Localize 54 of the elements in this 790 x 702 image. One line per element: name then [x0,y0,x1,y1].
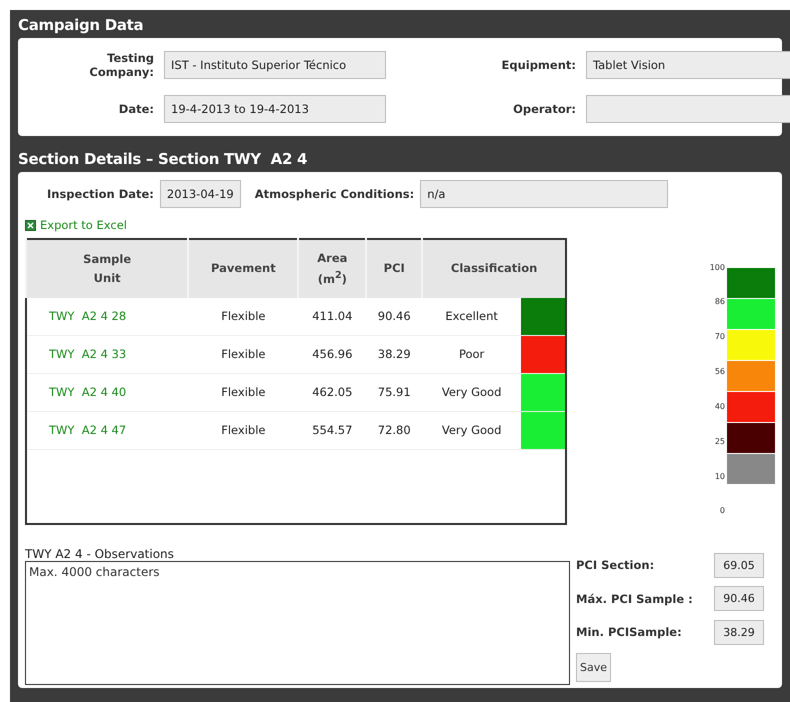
legend-tick: 100 [710,264,725,272]
input-field[interactable] [586,95,790,123]
stat-label: Min. PCISample: [576,625,683,640]
sample-unit-link[interactable]: TWY A2 4 28 [26,298,188,335]
column-header: Sample Unit [26,238,188,298]
field-label: Date: [118,102,154,116]
legend-tick: 25 [714,438,725,446]
table-cell: Flexible [188,373,298,411]
legend-tick: 40 [714,402,725,411]
export-link[interactable]: Export to Excel [25,218,127,232]
field-label: Atmospheric Conditions: [254,187,414,201]
field-label: Equipment: [500,58,576,72]
stat-label: Máx. PCI Sample : [576,592,694,606]
table-cell: Flexible [188,411,298,449]
input-field[interactable]: 2013-04-19 [160,180,241,208]
sample-unit-link[interactable]: TWY A2 4 47 [26,411,188,449]
legend-tick: 56 [714,368,725,376]
table-cell: 38.29 [366,335,422,373]
column-header: Area (m$^{2}$) [298,238,366,298]
column-header: Classification [422,238,566,298]
observations-field[interactable]: Max. 4000 characters [25,560,570,684]
input-field[interactable]: Tablet Vision [586,51,790,79]
stat-value: 90.46 [714,586,764,612]
table-cell: 462.05 [298,373,366,411]
field-label: Operator: [512,102,576,116]
table-cell: 554.57 [298,411,366,449]
table-cell: 456.96 [298,335,366,373]
table-cell: 411.04 [298,298,366,335]
legend-tick: 0 [720,507,725,516]
input-field[interactable]: IST - Instituto Superior Técnico [164,51,386,79]
stat-label: PCI Section: [576,558,656,572]
table-cell: Flexible [188,298,298,335]
field-label: Inspection Date: [47,187,154,201]
table-cell: Flexible [188,335,298,373]
table-cell: 72.80 [366,411,422,449]
field-label: Testing Company: [88,51,154,79]
legend-tick: 70 [714,333,725,342]
legend-tick: 10 [714,472,725,481]
input-field[interactable]: 19-4-2013 to 19-4-2013 [164,95,386,123]
sample-unit-link[interactable]: TWY A2 4 40 [26,373,188,411]
legend-tick: 86 [714,298,725,306]
sample-unit-link[interactable]: TWY A2 4 33 [26,335,188,373]
save-button[interactable]: Save [576,653,612,682]
table-cell: 75.91 [366,373,422,411]
observations-label: TWY A2 4 - Observations [25,546,175,560]
stat-value: 69.05 [714,552,764,578]
section-title: Campaign Data [18,16,144,34]
input-field[interactable]: n/a [420,180,668,208]
column-header: Pavement [188,238,298,298]
spreadsheet-icon [25,220,36,230]
stat-value: 38.29 [714,620,764,645]
table-cell: 90.46 [366,298,422,335]
section-title: Section Details – Section TWY A2 4 [18,150,308,168]
column-header: PCI [366,238,422,298]
